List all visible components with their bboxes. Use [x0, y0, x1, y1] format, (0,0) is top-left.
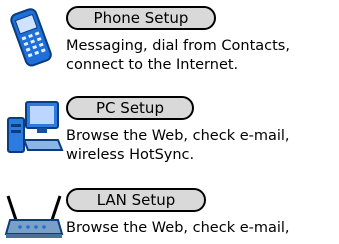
- lan-setup-section: LAN Setup Browse the Web, check e-mail,: [0, 186, 339, 243]
- phone-icon: [6, 6, 58, 72]
- pc-setup-button[interactable]: PC Setup: [66, 96, 194, 120]
- phone-setup-line-2: connect to the Internet.: [66, 57, 239, 73]
- pc-setup-line-2: wireless HotSync.: [66, 147, 195, 163]
- computer-icon: [4, 100, 64, 160]
- phone-setup-button[interactable]: Phone Setup: [66, 6, 216, 30]
- phone-setup-section: Phone Setup Messaging, dial from Contact…: [0, 0, 339, 80]
- router-icon: [4, 194, 64, 244]
- lan-setup-line-1: Browse the Web, check e-mail,: [66, 220, 290, 236]
- phone-setup-line-1: Messaging, dial from Contacts,: [66, 38, 290, 54]
- lan-setup-button[interactable]: LAN Setup: [66, 188, 206, 212]
- pc-setup-section: PC Setup Browse the Web, check e-mail, w…: [0, 90, 339, 170]
- pc-setup-line-1: Browse the Web, check e-mail,: [66, 128, 290, 144]
